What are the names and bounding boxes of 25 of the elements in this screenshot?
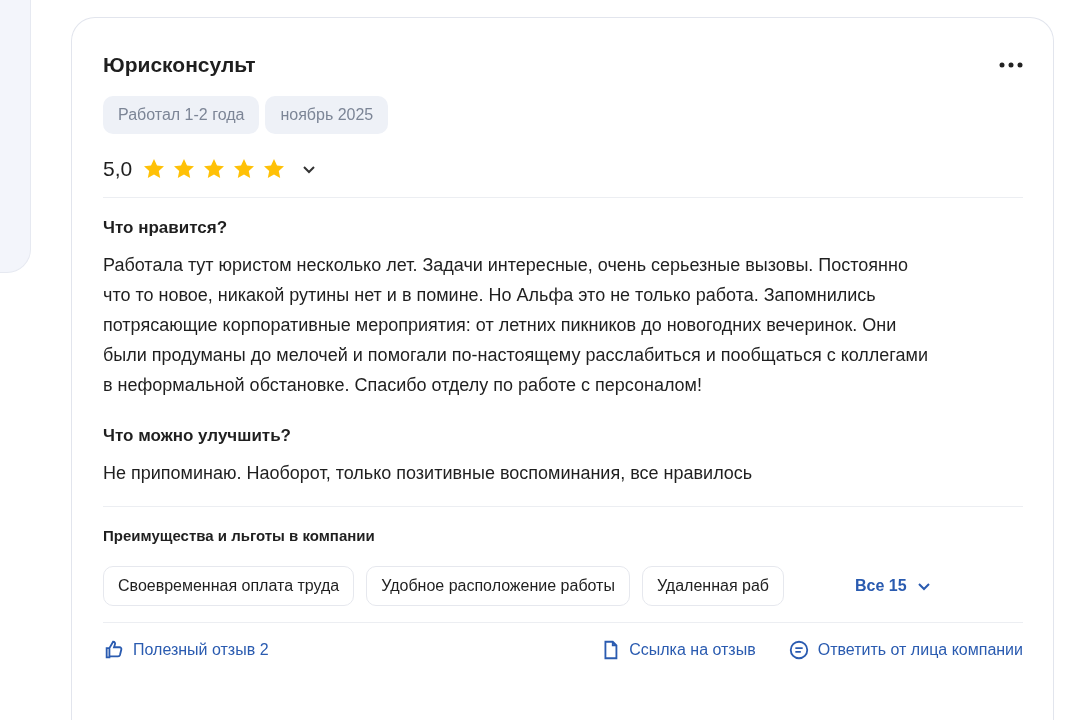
rating-score: 5,0 bbox=[103, 157, 133, 181]
tag: Работал 1-2 года bbox=[103, 96, 260, 134]
show-all-button[interactable]: Все 15 bbox=[851, 573, 935, 599]
thumbs-up-icon bbox=[103, 639, 125, 661]
review-title: Юрисконсульт bbox=[103, 53, 256, 77]
section-heading: Что нравится? bbox=[103, 218, 229, 238]
star-icon bbox=[142, 157, 167, 181]
star-icon bbox=[232, 157, 257, 181]
section-heading: Что можно улучшить? bbox=[103, 426, 292, 446]
benefit-chip: Удаленная раб bbox=[641, 566, 784, 606]
speech-bubble-icon bbox=[787, 639, 810, 661]
action-link[interactable]: Ответить от лица компании bbox=[787, 637, 1023, 663]
benefits-heading: Преимущества и льготы в компании bbox=[103, 527, 376, 544]
tag: ноябрь 2025 bbox=[265, 96, 389, 134]
star-icon bbox=[172, 157, 197, 181]
benefit-chip: Своевременная оплата труда bbox=[103, 566, 355, 606]
review-text: Работала тут юристом несколько лет. Задачи интересные, очень серьезные вызовы. Постоянно что то новое, никакой рутины нет и в помине. Но Альфа это не только работа. Запомнились потрясающие корпоративные мероприятия: от летних пикников до новогодних вечеринок. Они были продуманы до мелочей и помогали по-настоящему расслабиться и пообщаться с коллегами в неформальной обстановке. Спасибо отделу по работе с персоналом! bbox=[103, 254, 929, 397]
chevron-down-icon bbox=[916, 581, 931, 591]
star-icon bbox=[262, 157, 287, 181]
action-link[interactable]: Ссылка на отзыв bbox=[599, 637, 756, 663]
more-icon[interactable] bbox=[999, 62, 1023, 68]
star-icon bbox=[202, 157, 227, 181]
review-text: Не припоминаю. Наоборот, только позитивные воспоминания, все нравилось bbox=[103, 462, 754, 485]
benefit-chip: Удобное расположение работы bbox=[366, 566, 630, 606]
action-link[interactable]: Полезный отзыв 2 bbox=[103, 637, 269, 663]
